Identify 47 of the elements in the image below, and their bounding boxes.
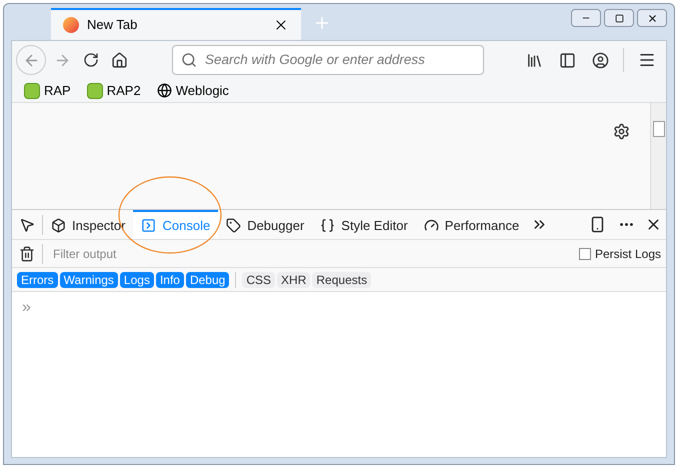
close-window-button[interactable]: [637, 9, 667, 27]
account-icon[interactable]: [592, 52, 609, 68]
firefox-logo-icon: [63, 17, 79, 33]
sidebar-icon[interactable]: [559, 52, 576, 68]
prompt-icon: [141, 218, 156, 233]
devtools-tab[interactable]: Debugger: [218, 210, 312, 239]
filter-button[interactable]: XHR: [277, 272, 310, 288]
braces-icon: [320, 218, 336, 233]
address-input[interactable]: Search with Google or enter address: [205, 50, 475, 70]
devtools-tab[interactable]: Style Editor: [312, 210, 416, 239]
filter-button[interactable]: Logs: [120, 272, 154, 288]
bookmark-item[interactable]: RAP: [24, 80, 71, 100]
scrollbar[interactable]: [650, 103, 666, 209]
cube-icon: [51, 218, 66, 233]
maximize-button[interactable]: [604, 9, 634, 27]
responsive-design-icon[interactable]: [589, 216, 606, 233]
close-icon: [646, 12, 658, 24]
maximize-icon: [614, 14, 624, 22]
back-button[interactable]: [16, 45, 46, 75]
clear-console-icon[interactable]: [19, 246, 35, 262]
filter-button[interactable]: Warnings: [60, 272, 118, 288]
filter-button[interactable]: Requests: [312, 272, 372, 288]
library-icon[interactable]: [526, 52, 543, 68]
browser-tab[interactable]: New Tab: [51, 8, 301, 40]
element-picker-icon[interactable]: [19, 216, 35, 232]
tag-icon: [226, 218, 242, 233]
search-icon: [181, 52, 197, 68]
bookmark-item[interactable]: Weblogic: [156, 80, 229, 100]
globe-icon: [156, 83, 172, 98]
filter-button[interactable]: Debug: [186, 272, 230, 288]
persist-logs-checkbox[interactable]: Persist Logs: [578, 244, 661, 262]
home-icon[interactable]: [111, 52, 128, 68]
settings-icon[interactable]: [613, 123, 630, 140]
filter-input[interactable]: Filter output: [53, 244, 353, 264]
filter-button[interactable]: Errors: [17, 272, 58, 288]
menu-icon[interactable]: [638, 51, 656, 69]
bookmark-favicon-icon: [24, 82, 40, 98]
devtools-tab[interactable]: Performance: [416, 210, 528, 239]
address-field[interactable]: Search with Google or enter address: [172, 45, 484, 75]
bookmark-item[interactable]: RAP2: [86, 80, 141, 100]
reload-icon[interactable]: [83, 52, 99, 68]
filter-button[interactable]: CSS: [242, 272, 276, 288]
filter-button[interactable]: Info: [156, 272, 184, 288]
devtools-tab[interactable]: Console: [133, 210, 218, 239]
gauge-icon: [424, 218, 439, 233]
tab-title: New Tab: [87, 16, 138, 34]
bookmark-favicon-icon: [86, 82, 103, 98]
